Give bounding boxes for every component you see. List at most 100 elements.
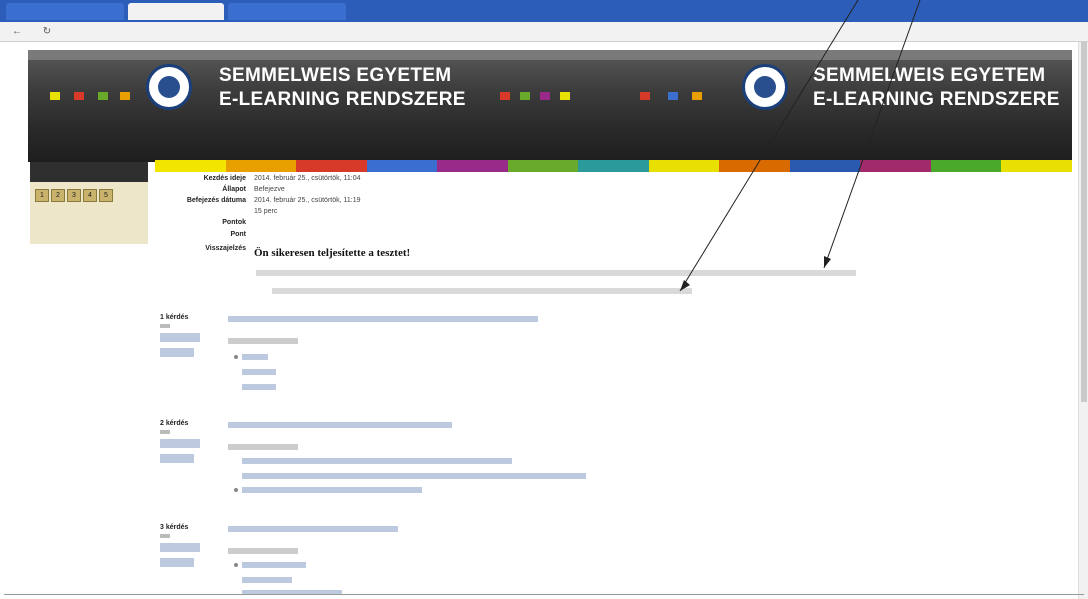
- color-strip-segment: [578, 160, 649, 172]
- answer-prompt-2: [228, 444, 298, 450]
- url-field[interactable]: [64, 26, 684, 38]
- question-points-2: [160, 439, 200, 448]
- question-state-1: [160, 324, 170, 328]
- color-strip-segment: [296, 160, 367, 172]
- answer-option-3-2[interactable]: [242, 577, 292, 583]
- browser-tab-2[interactable]: [128, 3, 224, 20]
- answer-option-1-3[interactable]: [242, 384, 276, 390]
- banner-top-line: [28, 50, 1072, 60]
- question-nav-1[interactable]: 1: [35, 189, 49, 202]
- color-strip-segment: [789, 160, 861, 172]
- color-strip-segment: [860, 160, 931, 172]
- site-title-line2: E-LEARNING RENDSZERE: [219, 89, 466, 110]
- banner-marker-6: [520, 92, 530, 100]
- color-strip-segment: [437, 160, 508, 172]
- answer-radio-1-1[interactable]: [234, 355, 238, 359]
- question-nav-3[interactable]: 3: [67, 189, 81, 202]
- quiz-navigation-block: 12345: [30, 162, 148, 244]
- flag-question-2[interactable]: [160, 454, 194, 463]
- site-title-duplicate: SEMMELWEIS EGYETEM E-LEARNING RENDSZERE: [813, 64, 1060, 112]
- feedback-title: Ön sikeresen teljesítette a tesztet!: [254, 247, 411, 259]
- summary-label-feedback: Visszajelzés: [205, 245, 246, 252]
- answer-radio-3-1[interactable]: [234, 563, 238, 567]
- feedback-line-1: [256, 270, 856, 276]
- site-title: SEMMELWEIS EGYETEM E-LEARNING RENDSZERE: [219, 64, 466, 112]
- color-strip-segment: [225, 160, 297, 172]
- university-logo[interactable]: [146, 64, 192, 110]
- banner-marker-5: [500, 92, 510, 100]
- banner-marker-11: [692, 92, 702, 100]
- question-text-2: [228, 422, 452, 428]
- browser-tab-1[interactable]: [6, 3, 124, 20]
- scrollbar-thumb[interactable]: [1081, 42, 1087, 402]
- summary-value-started: 2014. február 25., csütörtök, 11:04: [254, 175, 361, 182]
- answer-option-3-1[interactable]: [242, 562, 306, 568]
- browser-tab-3[interactable]: [228, 3, 346, 20]
- site-banner: SEMMELWEIS EGYETEM E-LEARNING RENDSZERE …: [28, 50, 1072, 162]
- answer-option-1-1[interactable]: [242, 354, 268, 360]
- question-info-2: 2 kérdés: [160, 420, 220, 463]
- site-title-duplicate-line2: E-LEARNING RENDSZERE: [813, 89, 1060, 110]
- answer-prompt-1: [228, 338, 298, 344]
- answer-option-2-1[interactable]: [242, 458, 512, 464]
- color-strip-segment: [155, 160, 226, 172]
- color-strip-segment: [930, 160, 1002, 172]
- summary-label-started: Kezdés ideje: [203, 175, 246, 182]
- summary-value-state: Befejezve: [254, 186, 285, 193]
- answer-option-2-2[interactable]: [242, 473, 586, 479]
- banner-marker-10: [668, 92, 678, 100]
- question-nav-2[interactable]: 2: [51, 189, 65, 202]
- question-state-3: [160, 534, 170, 538]
- question-state-2: [160, 430, 170, 434]
- banner-marker-8: [560, 92, 570, 100]
- answer-option-2-3[interactable]: [242, 487, 422, 493]
- page-scrollbar[interactable]: [1078, 42, 1088, 599]
- back-icon[interactable]: ←: [10, 25, 24, 39]
- color-strip-segment: [648, 160, 720, 172]
- university-logo-duplicate: [742, 64, 788, 110]
- question-points-1: [160, 333, 200, 342]
- question-title-3: 3 kérdés: [160, 524, 189, 531]
- question-number-buttons: 12345: [35, 189, 115, 202]
- browser-address-bar: ← ↻: [0, 22, 1088, 42]
- question-title-1: 1 kérdés: [160, 314, 189, 321]
- answer-prompt-3: [228, 548, 298, 554]
- browser-tab-bar: [0, 0, 1088, 22]
- bottom-divider: [4, 594, 1084, 595]
- summary-value-time-taken: 15 perc: [254, 208, 278, 215]
- decorative-color-strip: [155, 160, 1072, 172]
- summary-label-completed: Befejezés dátuma: [186, 197, 246, 204]
- banner-marker-3: [98, 92, 108, 100]
- summary-value-completed: 2014. február 25., csütörtök, 11:19: [254, 197, 361, 204]
- flag-question-3[interactable]: [160, 558, 194, 567]
- banner-marker-7: [540, 92, 550, 100]
- color-strip-segment: [719, 160, 790, 172]
- summary-label-state: Állapot: [222, 186, 246, 193]
- color-strip-segment: [507, 160, 579, 172]
- flag-question-1[interactable]: [160, 348, 194, 357]
- question-info-1: 1 kérdés: [160, 314, 220, 357]
- question-points-3: [160, 543, 200, 552]
- question-nav-4[interactable]: 4: [83, 189, 97, 202]
- banner-marker-9: [640, 92, 650, 100]
- summary-label-marks: Pontok: [222, 219, 246, 226]
- answer-option-1-2[interactable]: [242, 369, 276, 375]
- color-strip-segment: [366, 160, 438, 172]
- summary-label-grade: Pont: [230, 231, 246, 238]
- question-text-3: [228, 526, 398, 532]
- question-nav-5[interactable]: 5: [99, 189, 113, 202]
- page-content: SEMMELWEIS EGYETEM E-LEARNING RENDSZERE …: [0, 42, 1088, 599]
- question-info-3: 3 kérdés: [160, 524, 220, 567]
- banner-marker-1: [50, 92, 60, 100]
- reload-icon[interactable]: ↻: [40, 25, 54, 39]
- site-title-line1: SEMMELWEIS EGYETEM: [219, 65, 452, 86]
- quiz-navigation-heading: [30, 162, 148, 182]
- site-title-duplicate-line1: SEMMELWEIS EGYETEM: [813, 65, 1046, 86]
- question-text-1: [228, 316, 538, 322]
- banner-marker-4: [120, 92, 130, 100]
- question-title-2: 2 kérdés: [160, 420, 189, 427]
- answer-radio-2-3[interactable]: [234, 488, 238, 492]
- color-strip-segment: [1001, 160, 1072, 172]
- feedback-line-2: [272, 288, 692, 294]
- banner-marker-2: [74, 92, 84, 100]
